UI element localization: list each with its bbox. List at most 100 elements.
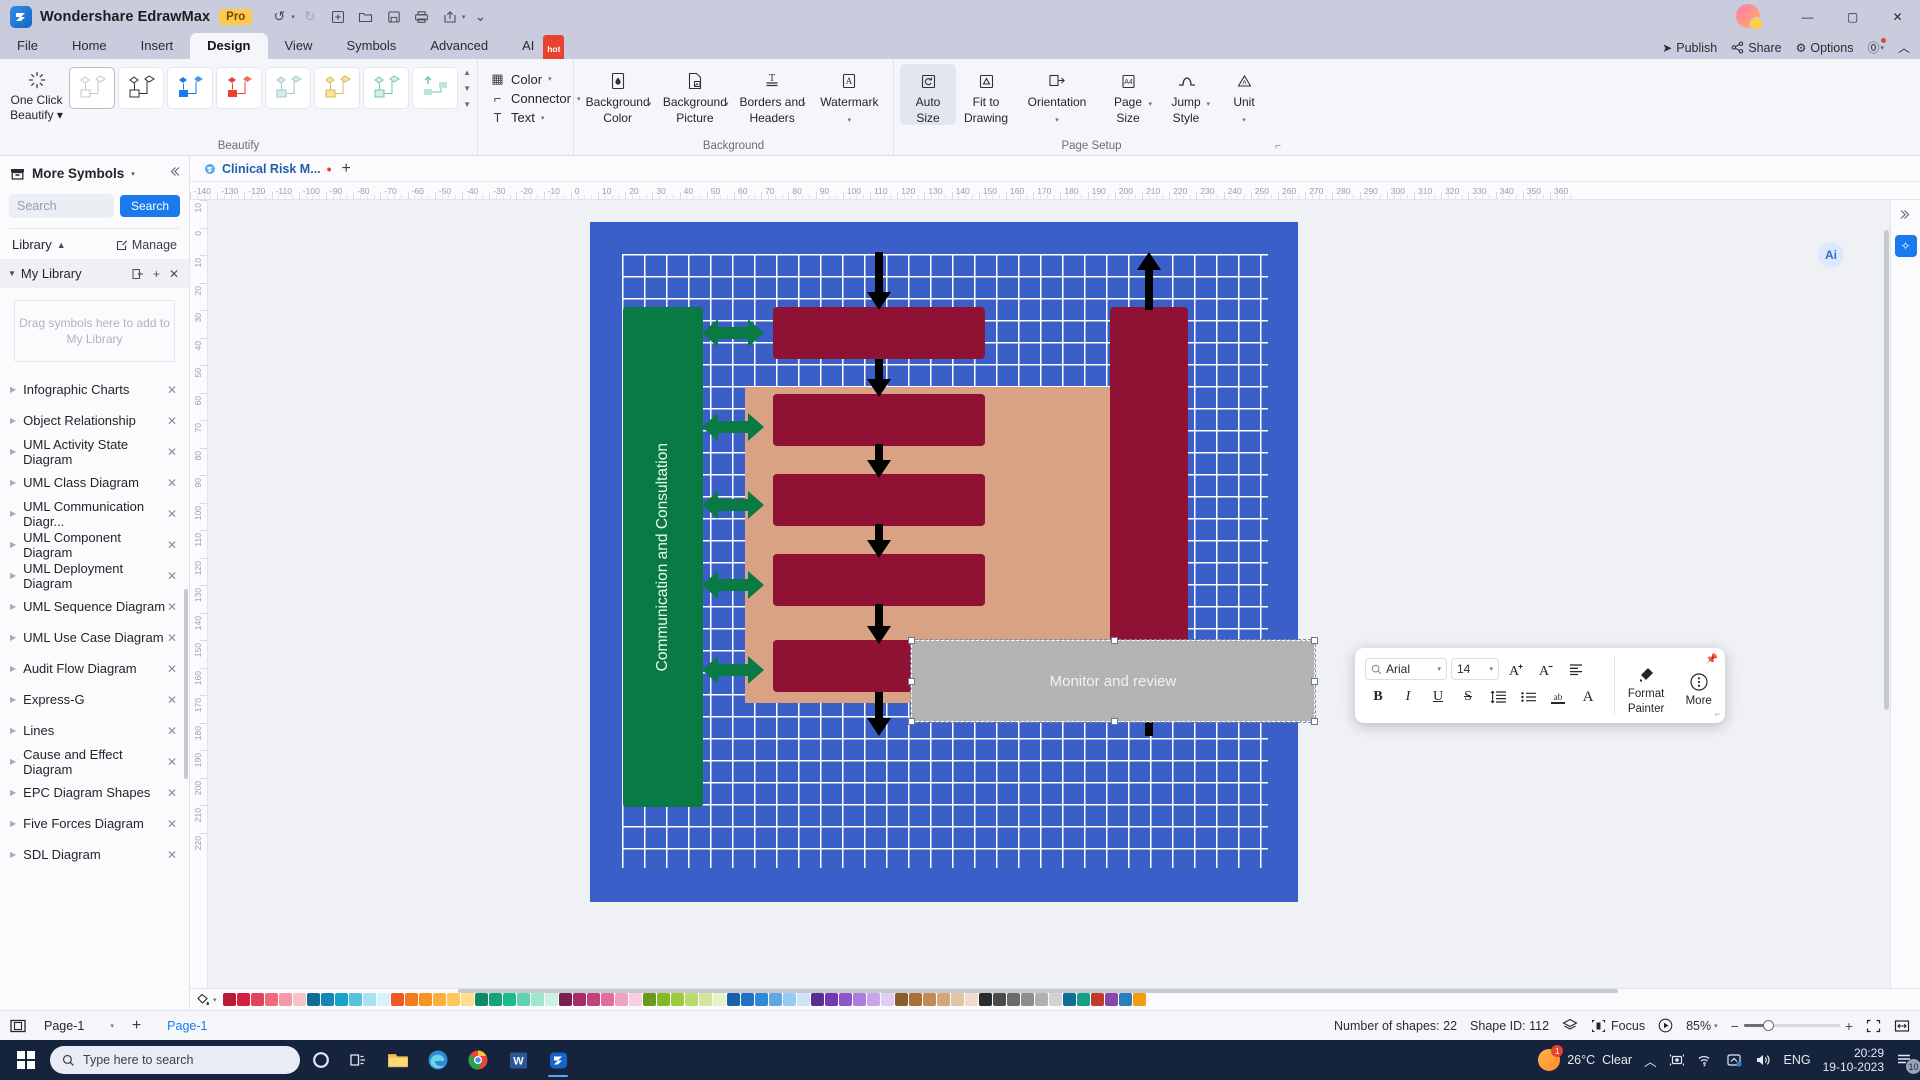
color-swatch[interactable]: [838, 993, 852, 1006]
zoom-level-selector[interactable]: 85% ▾: [1686, 1019, 1718, 1033]
color-swatch[interactable]: [446, 993, 460, 1006]
color-swatch[interactable]: [222, 993, 236, 1006]
chevron-right-icon[interactable]: ▶: [10, 447, 16, 456]
communication-and-consultation-shape[interactable]: Communication and Consultation: [623, 307, 703, 807]
edrawmax-icon[interactable]: [540, 1042, 576, 1078]
zoom-in-icon[interactable]: +: [1845, 1018, 1853, 1034]
color-swatch[interactable]: [1076, 993, 1090, 1006]
task-view-icon[interactable]: [342, 1043, 376, 1077]
focus-button[interactable]: Focus: [1591, 1019, 1645, 1033]
menu-symbols[interactable]: Symbols: [329, 33, 413, 59]
wifi-icon[interactable]: [1697, 1053, 1714, 1067]
color-swatch[interactable]: [502, 993, 516, 1006]
color-swatch[interactable]: [488, 993, 502, 1006]
page-tab-page-1[interactable]: Page-1: [167, 1019, 207, 1033]
help-button[interactable]: ⓪ ▾: [1867, 38, 1886, 56]
add-page-button[interactable]: +: [132, 1017, 141, 1035]
library-item-five-forces-diagram[interactable]: ▶ Five Forces Diagram ✕: [0, 808, 189, 839]
fit-width-icon[interactable]: [1894, 1019, 1910, 1033]
one-click-beautify-button[interactable]: One Click Beautify ▾: [6, 64, 67, 122]
color-swatch[interactable]: [852, 993, 866, 1006]
page-size-button[interactable]: A4 Page Size ▾: [1100, 64, 1156, 125]
library-item-uml-deployment-diagram[interactable]: ▶ UML Deployment Diagram ✕: [0, 560, 189, 591]
zoom-out-icon[interactable]: −: [1731, 1018, 1739, 1034]
chevron-right-icon[interactable]: ▶: [10, 726, 16, 735]
cortana-icon[interactable]: [304, 1043, 338, 1077]
beautify-style-1[interactable]: [69, 67, 116, 109]
resize-grip-icon[interactable]: ⌐: [1715, 709, 1720, 719]
horizontal-ruler[interactable]: -140 -130 -120 -110 -100 -90 -80 -70 -60 -50 -40 -3…: [190, 182, 1920, 200]
close-icon[interactable]: ✕: [167, 569, 177, 583]
undo-icon[interactable]: ↺: [266, 5, 292, 29]
color-swatch[interactable]: [824, 993, 838, 1006]
color-swatches[interactable]: [222, 993, 1914, 1006]
watermark-caret[interactable]: ▾: [848, 111, 852, 125]
gallery-more-icon[interactable]: ▼: [463, 100, 471, 109]
beautify-style-7[interactable]: [363, 67, 410, 109]
chevron-right-icon[interactable]: ▶: [10, 695, 16, 704]
selection-handle-sw[interactable]: [908, 718, 915, 725]
zoom-track[interactable]: [1743, 1020, 1840, 1031]
color-swatch[interactable]: [474, 993, 488, 1006]
watermark-button[interactable]: A Watermark ▾: [812, 64, 887, 125]
library-item-uml-sequence-diagram[interactable]: ▶ UML Sequence Diagram ✕: [0, 591, 189, 622]
jump-style-button[interactable]: Jump Style ▾: [1158, 64, 1214, 125]
chevron-down-icon[interactable]: ▾: [1714, 1022, 1718, 1030]
color-swatch[interactable]: [250, 993, 264, 1006]
underline-icon[interactable]: U: [1425, 685, 1451, 709]
chevron-down-icon[interactable]: ▾: [548, 75, 552, 83]
library-item-cause-and-effect-diagram[interactable]: ▶ Cause and Effect Diagram ✕: [0, 746, 189, 777]
collapse-ribbon-button[interactable]: ︿: [1898, 39, 1910, 56]
monitor-and-review-shape[interactable]: Monitor and review: [908, 637, 1318, 725]
publish-button[interactable]: ➤ Publish: [1662, 41, 1717, 55]
color-swatch[interactable]: [236, 993, 250, 1006]
file-explorer-icon[interactable]: [380, 1042, 416, 1078]
selection-handle-se[interactable]: [1311, 718, 1318, 725]
chevron-down-icon[interactable]: ▾: [1148, 100, 1152, 108]
color-swatch[interactable]: [628, 993, 642, 1006]
color-swatch[interactable]: [404, 993, 418, 1006]
process-box-4[interactable]: [773, 554, 985, 606]
color-strip-scrollbar[interactable]: [458, 989, 1618, 993]
color-swatch[interactable]: [950, 993, 964, 1006]
library-item-uml-communication-diagram[interactable]: ▶ UML Communication Diagr... ✕: [0, 498, 189, 529]
color-swatch[interactable]: [656, 993, 670, 1006]
chevron-right-icon[interactable]: ▶: [10, 478, 16, 487]
word-icon[interactable]: W: [500, 1042, 536, 1078]
color-swatch[interactable]: [642, 993, 656, 1006]
undo-caret-icon[interactable]: ▾: [291, 13, 295, 21]
process-box-3[interactable]: [773, 474, 985, 526]
close-icon[interactable]: ✕: [167, 507, 177, 521]
ai-badge-icon[interactable]: Ai: [1818, 242, 1844, 268]
close-icon[interactable]: ✕: [167, 817, 177, 831]
color-swatch[interactable]: [600, 993, 614, 1006]
color-swatch[interactable]: [782, 993, 796, 1006]
layers-icon[interactable]: [1562, 1018, 1578, 1033]
color-swatch[interactable]: [894, 993, 908, 1006]
chevron-right-icon[interactable]: ▶: [10, 757, 16, 766]
increase-font-size-icon[interactable]: A: [1503, 657, 1529, 681]
color-swatch[interactable]: [866, 993, 880, 1006]
share-button[interactable]: Share: [1731, 41, 1782, 55]
color-swatch[interactable]: [922, 993, 936, 1006]
fit-to-drawing-button[interactable]: Fit to Drawing: [958, 64, 1014, 125]
unit-caret[interactable]: ▾: [1242, 111, 1246, 125]
auto-size-button[interactable]: Auto Size: [900, 64, 956, 125]
menu-home[interactable]: Home: [55, 33, 124, 59]
gallery-up-icon[interactable]: ▲: [463, 68, 471, 77]
color-swatch[interactable]: [880, 993, 894, 1006]
options-button[interactable]: ⚙ Options: [1796, 41, 1854, 55]
chevron-right-icon[interactable]: ▶: [10, 571, 16, 580]
chevron-down-icon[interactable]: ▾: [57, 108, 63, 122]
chevron-down-icon[interactable]: ▾: [110, 1022, 114, 1030]
language-indicator[interactable]: ENG: [1784, 1053, 1811, 1067]
camera-icon[interactable]: [1669, 1053, 1685, 1067]
close-icon[interactable]: ✕: [167, 445, 177, 459]
taskbar-search-input[interactable]: Type here to search: [50, 1046, 300, 1074]
color-swatch[interactable]: [698, 993, 712, 1006]
fullscreen-icon[interactable]: [1866, 1019, 1881, 1033]
zoom-knob[interactable]: [1762, 1020, 1774, 1031]
risk-management-diagram[interactable]: Communication and Consultation: [590, 222, 1298, 902]
expand-panel-icon[interactable]: [1899, 208, 1912, 221]
selection-handle-w[interactable]: [908, 678, 915, 685]
